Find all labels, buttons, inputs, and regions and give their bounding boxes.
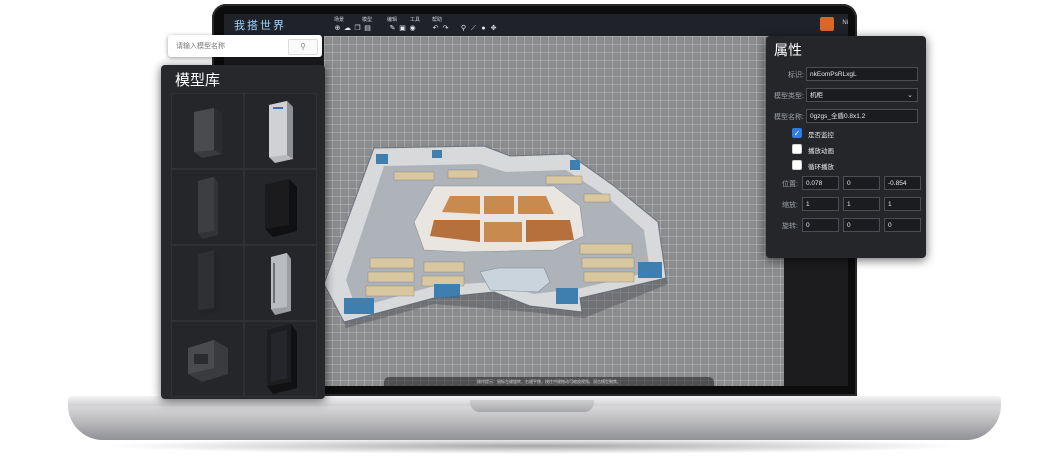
add-icon[interactable]: ⊕ xyxy=(334,25,341,32)
animation-label: 播放动画 xyxy=(808,148,834,155)
library-item[interactable] xyxy=(244,93,317,169)
scale-label: 缩放: xyxy=(782,202,798,209)
prop-row-rotation: 旋转: 0 0 0 xyxy=(766,217,926,233)
laptop-notch xyxy=(470,400,594,412)
position-fields: 0.078 0 -0.854 xyxy=(802,176,921,190)
laptop-shadow xyxy=(100,438,970,454)
cabinet-black-thumbnail xyxy=(264,179,297,237)
scale-x[interactable]: 1 xyxy=(802,197,839,211)
toolbar-tool-icons: ⚲ ⟋ ● ✥ xyxy=(460,25,497,32)
type-label: 模型类型: xyxy=(774,93,804,100)
toolbar-model-icons: ✎ ▣ ◉ xyxy=(389,25,416,32)
rotation-y[interactable]: 0 xyxy=(843,218,880,232)
copy-icon[interactable]: ❐ xyxy=(354,25,361,32)
position-z[interactable]: -0.854 xyxy=(884,176,921,190)
image-icon[interactable]: ▣ xyxy=(399,25,406,32)
library-item[interactable] xyxy=(171,93,244,169)
properties-title: 属性 xyxy=(774,42,802,58)
library-item[interactable] xyxy=(171,245,244,321)
user-name[interactable]: Ni xyxy=(842,20,848,26)
toolbar-group-scene: 场景 xyxy=(334,17,345,23)
camera-icon[interactable]: ◉ xyxy=(409,25,416,32)
model-search: ⚲ xyxy=(168,35,322,57)
rotation-fields: 0 0 0 xyxy=(802,218,921,232)
redo-icon[interactable]: ↷ xyxy=(442,25,449,32)
library-item[interactable] xyxy=(244,169,317,245)
type-value: 机柜 xyxy=(810,92,823,99)
cabinet-glass-thumbnail xyxy=(266,324,297,394)
rotation-x[interactable]: 0 xyxy=(802,218,839,232)
loop-label: 循环播放 xyxy=(808,164,834,171)
cabinet-box-thumbnail xyxy=(187,340,228,382)
name-field[interactable]: 0gzgs_全盾0.8x1.2 xyxy=(806,109,918,123)
properties-panel: 属性 标识: nkEomPsRLxgL 模型类型: 机柜 ⌄ 模型名称: 0gz… xyxy=(766,36,926,258)
viewport-hint: 操作提示：鼠标左键旋转，右键平移，按住中键拖动可缩放视角。双击模型聚焦。 xyxy=(384,377,714,386)
position-label: 位置: xyxy=(782,181,798,188)
scale-fields: 1 1 1 xyxy=(802,197,921,211)
top-toolbar: 我搭世界 场景 ⊕ ☁ ❐ ▤ 模型 编辑 ✎ ▣ ◉ 工具 ↶ ↷ 帮助 ⚲ … xyxy=(224,14,848,36)
toolbar-group-help: 帮助 xyxy=(432,17,443,23)
ruler-icon[interactable]: ⟋ xyxy=(470,25,477,32)
toolbar-scene-icons: ⊕ ☁ ❐ ▤ xyxy=(334,25,371,32)
library-item[interactable] xyxy=(244,321,317,397)
toolbar-edit-icons: ↶ ↷ xyxy=(432,25,449,32)
wrench-icon[interactable]: ⚲ xyxy=(460,25,467,32)
monitor-label: 是否监控 xyxy=(808,132,834,139)
animation-checkbox[interactable] xyxy=(792,144,802,154)
name-label: 模型名称: xyxy=(774,114,804,121)
cabinet-server-thumbnail xyxy=(268,101,293,163)
position-x[interactable]: 0.078 xyxy=(802,176,839,190)
chevron-down-icon: ⌄ xyxy=(907,92,913,99)
user-avatar[interactable] xyxy=(820,17,834,31)
library-title: 模型库 xyxy=(175,72,221,89)
prop-row-type: 模型类型: 机柜 ⌄ xyxy=(766,87,926,103)
library-item[interactable] xyxy=(171,321,244,397)
prop-row-scale: 缩放: 1 1 1 xyxy=(766,196,926,212)
scale-y[interactable]: 1 xyxy=(843,197,880,211)
search-input[interactable] xyxy=(172,38,300,54)
undo-icon[interactable]: ↶ xyxy=(432,25,439,32)
paste-icon[interactable]: ▤ xyxy=(364,25,371,32)
id-label: 标识: xyxy=(788,72,804,79)
prop-row-position: 位置: 0.078 0 -0.854 xyxy=(766,175,926,191)
search-icon: ⚲ xyxy=(300,42,306,51)
upload-icon[interactable]: ☁ xyxy=(344,25,351,32)
id-field[interactable]: nkEomPsRLxgL xyxy=(806,67,918,81)
library-item[interactable] xyxy=(171,169,244,245)
settings-icon[interactable]: ✥ xyxy=(490,25,497,32)
rotation-z[interactable]: 0 xyxy=(884,218,921,232)
monitor-checkbox[interactable]: ✓ xyxy=(792,128,802,138)
library-item[interactable] xyxy=(244,245,317,321)
floor-plan-3d xyxy=(323,145,668,328)
position-y[interactable]: 0 xyxy=(843,176,880,190)
search-button[interactable]: ⚲ xyxy=(288,39,318,55)
cabinet-tall-thumbnail xyxy=(197,250,220,316)
cabinet-dark-thumbnail xyxy=(193,108,222,158)
cabinet-gray-thumbnail xyxy=(270,253,291,315)
prop-row-name: 模型名称: 0gzgs_全盾0.8x1.2 xyxy=(766,108,926,124)
scale-z[interactable]: 1 xyxy=(884,197,921,211)
loop-checkbox[interactable] xyxy=(792,160,802,170)
3d-viewport[interactable]: 操作提示：鼠标左键旋转，右键平移，按住中键拖动可缩放视角。双击模型聚焦。 xyxy=(323,36,784,386)
brand-logo[interactable]: 我搭世界 xyxy=(234,17,286,33)
toolbar-group-model: 模型 xyxy=(362,17,373,23)
cabinet-slim-thumbnail xyxy=(197,177,218,239)
prop-row-id: 标识: nkEomPsRLxgL xyxy=(766,66,926,82)
toolbar-group-tools: 工具 xyxy=(410,17,421,23)
model-library-panel: 模型库 xyxy=(161,65,325,399)
navigate-icon[interactable]: ● xyxy=(480,25,487,32)
type-select[interactable]: 机柜 ⌄ xyxy=(806,88,918,102)
rotation-label: 旋转: xyxy=(782,223,798,230)
edit-icon[interactable]: ✎ xyxy=(389,25,396,32)
toolbar-group-edit: 编辑 xyxy=(387,17,398,23)
library-grid xyxy=(171,93,317,397)
